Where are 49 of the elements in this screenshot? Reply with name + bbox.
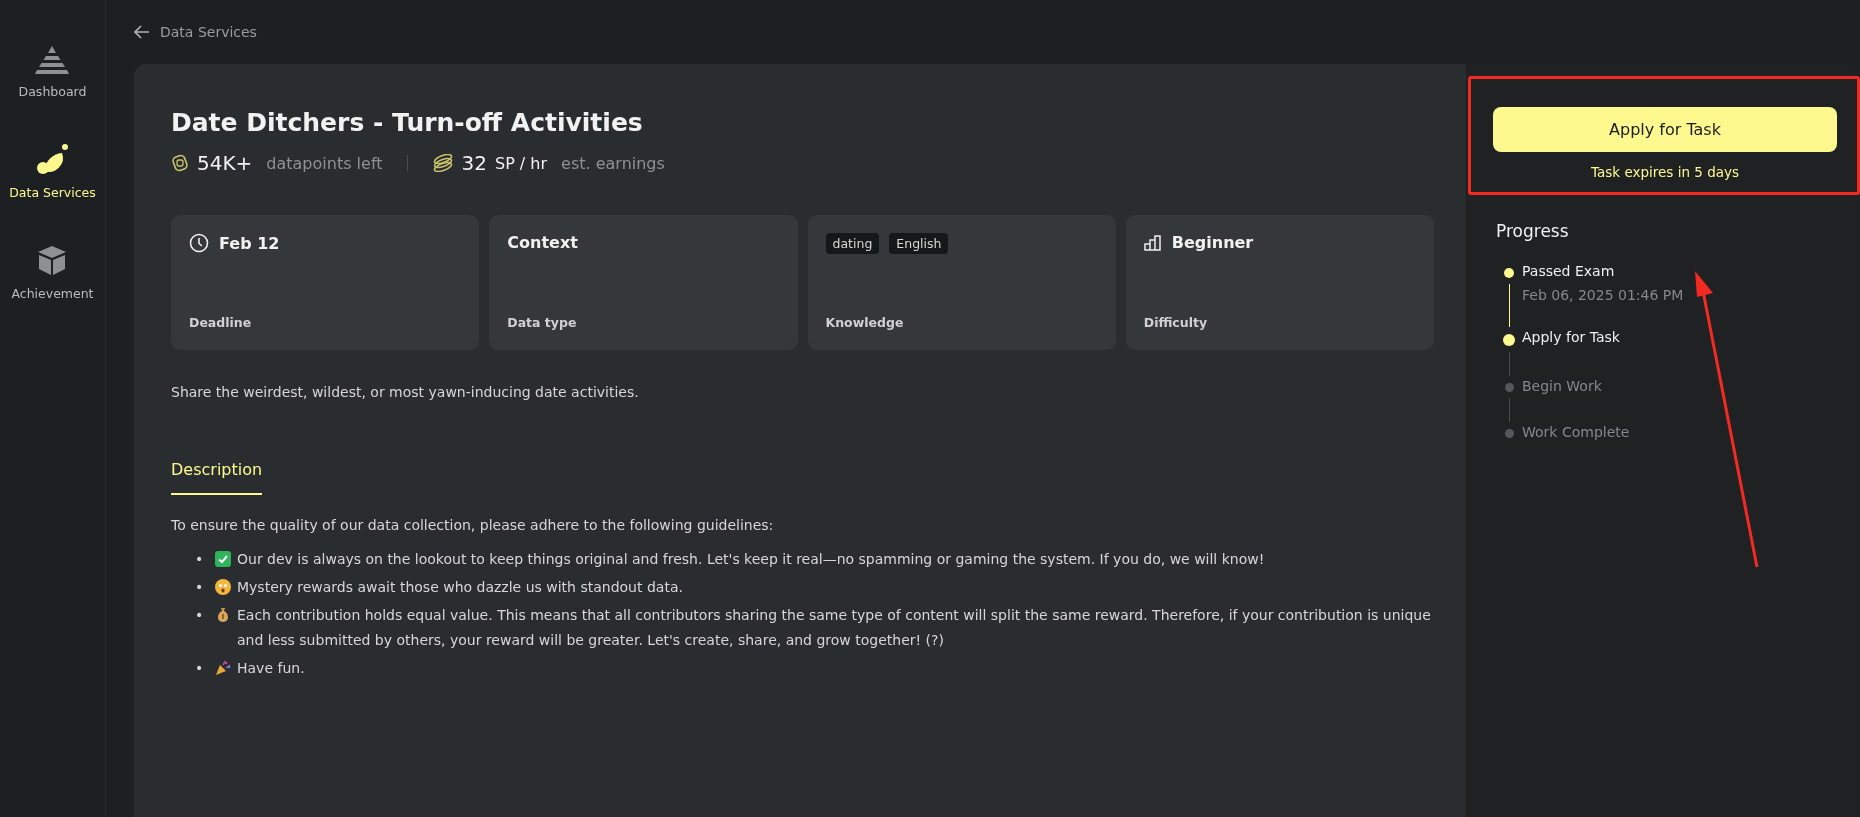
bar-chart-icon	[1143, 234, 1162, 251]
guideline-text: Mystery rewards await those who dazzle us with standout data.	[237, 578, 684, 597]
money-bag-icon	[215, 607, 231, 623]
tag: English	[889, 233, 949, 254]
tag: dating	[825, 233, 880, 254]
step-date: Feb 06, 2025 01:46 PM	[1522, 287, 1685, 303]
earnings-label: est. earnings	[561, 153, 665, 173]
info-label: Deadline	[189, 315, 253, 330]
task-title: Date Ditchers - Turn-off Activities	[171, 108, 644, 137]
box-icon	[37, 244, 68, 276]
guidelines-intro: To ensure the quality of our data collection, please adhere to the following guidelines:	[171, 517, 775, 533]
earnings-unit: SP / hr	[494, 153, 548, 173]
guideline-text: Have fun.	[237, 659, 306, 678]
apply-button[interactable]: Apply for Task	[1493, 107, 1837, 152]
info-value: Context	[507, 233, 578, 252]
bullet-marker: •	[195, 578, 205, 597]
bullet-marker: •	[195, 550, 205, 569]
info-value: Feb 12	[219, 233, 280, 253]
info-value: Beginner	[1171, 233, 1254, 252]
check-icon	[215, 551, 231, 567]
info-label: Data type	[507, 315, 578, 330]
step-label: Passed Exam	[1522, 263, 1616, 279]
progress-title: Progress	[1496, 221, 1570, 241]
step-label: Begin Work	[1522, 378, 1603, 394]
clock-icon	[189, 233, 209, 253]
step-label: Work Complete	[1522, 424, 1631, 440]
back-arrow-icon	[134, 25, 150, 39]
coin-stack-icon	[431, 154, 454, 172]
back-link[interactable]: Data Services	[134, 0, 1860, 64]
bullet-marker: •	[195, 659, 205, 678]
step-label: Apply for Task	[1522, 329, 1621, 345]
tab[interactable]: Description	[171, 460, 263, 495]
guideline-text: Our dev is always on the lookout to keep things original and fresh. Let's keep it real—no spamming or gaming the system. If you do, we will know!	[237, 550, 1266, 569]
party-popper-icon	[215, 660, 231, 676]
surprised-face-icon	[215, 579, 231, 595]
coin-icon	[171, 154, 189, 172]
info-label: Knowledge	[825, 315, 905, 330]
sidebar-item[interactable]: Achievement	[11, 244, 94, 301]
earnings-value: 32	[461, 151, 487, 175]
datapoints-label: datapoints left	[266, 153, 383, 173]
sidebar-item[interactable]: Data Services	[9, 143, 96, 200]
expiry-notice: Task expires in 5 days	[1590, 164, 1739, 180]
pyramid-icon	[35, 46, 70, 74]
task-summary: Share the weirdest, wildest, or most yawn-inducing date activities.	[171, 384, 640, 400]
info-label: Difficulty	[1143, 315, 1209, 330]
guideline-text: Each contribution holds equal value. This means that all contributors sharing the same type of content will split the same reward. Therefore, if your contribution is unique and less submitted by others, your reward will be greater. Let's create, share, and grow together! (?)	[237, 606, 1432, 650]
bullet-marker: •	[195, 606, 205, 625]
datapoints-count: 54K+	[197, 151, 253, 175]
sidebar-item[interactable]: Dashboard	[18, 46, 87, 99]
